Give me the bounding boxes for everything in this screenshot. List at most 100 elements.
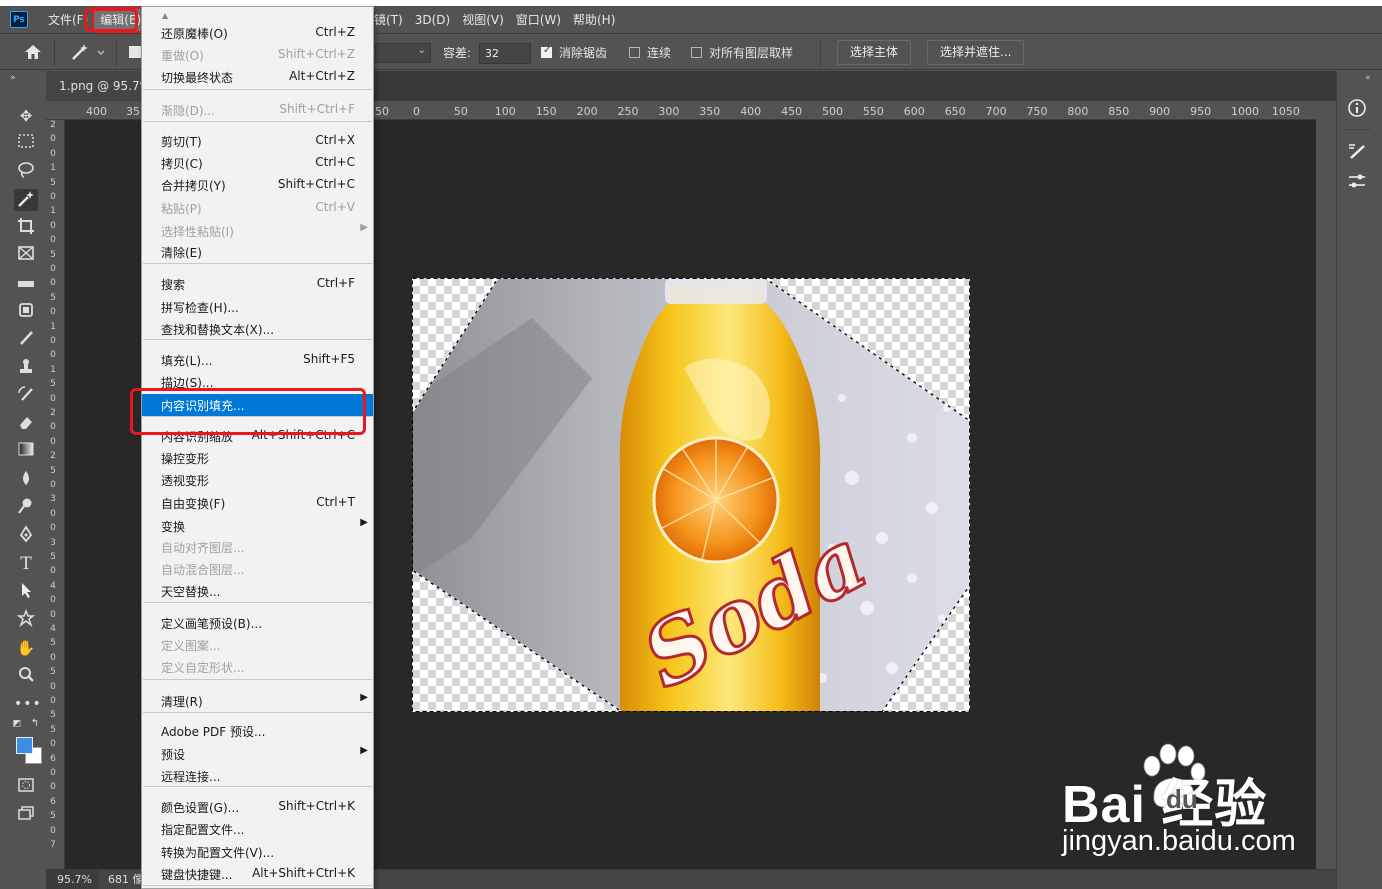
edit-menu-item[interactable]: 定义自定形状... [142, 656, 373, 678]
adjustments-icon[interactable] [1346, 171, 1368, 193]
edit-menu-item[interactable]: 转换为配置文件(V)... [142, 841, 373, 863]
move-tool-icon[interactable]: ✥ [14, 105, 38, 127]
edit-menu-highlight-box [84, 8, 138, 32]
edit-menu-item[interactable]: 搜索 Ctrl+F [142, 273, 373, 295]
magic-wand-tool-icon[interactable] [14, 189, 38, 211]
history-brush-icon[interactable] [14, 385, 38, 407]
menu-item-label: 还原魔棒(O) [161, 27, 228, 41]
edit-menu-item[interactable]: 变换 ▶ [142, 515, 373, 537]
edit-menu-item[interactable]: 远程连接... [142, 765, 373, 787]
dodge-tool-icon[interactable] [14, 497, 38, 519]
eraser-tool-icon[interactable] [14, 413, 38, 435]
healing-brush-icon[interactable] [14, 301, 38, 323]
gradient-tool-icon[interactable] [14, 441, 38, 463]
menu-item-label: 拷贝(C) [161, 157, 203, 171]
hand-tool-icon[interactable]: ✋ [14, 637, 38, 659]
menu-help[interactable]: 帮助(H) [567, 9, 621, 31]
edit-menu-item[interactable]: 清除(E) [142, 241, 373, 263]
edit-menu-item[interactable]: 颜色设置(G)... Shift+Ctrl+K [142, 796, 373, 818]
select-subject-button[interactable]: 选择主体 [837, 40, 912, 65]
edit-menu-item[interactable]: 填充(L)... Shift+F5 [142, 349, 373, 371]
default-colors-icon[interactable]: ◩ [10, 717, 24, 731]
blur-tool-icon[interactable] [14, 469, 38, 491]
tolerance-input[interactable]: 32 [479, 43, 531, 64]
document-info: 681 像 [108, 873, 144, 886]
select-and-mask-button[interactable]: 选择并遮住... [927, 40, 1025, 65]
edit-menu-item[interactable]: 拼写检查(H)... [142, 296, 373, 318]
sample-all-layers-label: 对所有图层取样 [709, 46, 794, 60]
edit-menu-item[interactable]: 指定配置文件... [142, 818, 373, 840]
sample-size-select[interactable]: ⌄ [375, 43, 431, 63]
ruler-tick-label: 1 [50, 364, 56, 375]
quick-mask-icon[interactable] [14, 777, 38, 799]
ruler-tick-label: 1 [50, 163, 56, 174]
edit-menu-item[interactable]: 操控变形 [142, 447, 373, 469]
ruler-tick-label: 5 [50, 638, 56, 649]
ruler-tick-label: 5 [50, 177, 56, 188]
zoom-level[interactable]: 95.7% [46, 870, 98, 889]
pen-tool-icon[interactable] [14, 525, 38, 547]
info-icon[interactable] [1346, 98, 1368, 120]
zoom-tool-icon[interactable] [14, 665, 38, 687]
contiguous-checkbox[interactable] [629, 47, 640, 58]
sample-all-layers-checkbox[interactable] [691, 47, 702, 58]
home-icon[interactable] [22, 42, 44, 62]
lasso-tool-icon[interactable] [14, 161, 38, 183]
menu-item-label: 定义自定形状... [161, 661, 245, 675]
ruler-tool-icon[interactable] [14, 273, 38, 295]
edit-menu-item[interactable]: 自由变换(F) Ctrl+T [142, 492, 373, 514]
type-tool-icon[interactable]: T [14, 553, 38, 575]
menu-window[interactable]: 窗口(W) [510, 9, 567, 31]
menu-3d[interactable]: 3D(D) [409, 9, 456, 31]
edit-menu-item[interactable]: Adobe PDF 预设... [142, 720, 373, 742]
frame-tool-icon[interactable] [14, 245, 38, 267]
screen-mode-icon[interactable] [14, 805, 38, 827]
edit-menu-item[interactable]: 拷贝(C) Ctrl+C [142, 152, 373, 174]
edit-menu-item[interactable]: 剪切(T) Ctrl+X [142, 130, 373, 152]
menu-separator [143, 121, 372, 122]
path-selection-icon[interactable] [14, 581, 38, 603]
edit-menu-item[interactable]: 自动混合图层... [142, 558, 373, 580]
edit-menu-item[interactable]: 合并拷贝(Y) Shift+Ctrl+C [142, 174, 373, 196]
edit-menu-item[interactable]: 粘贴(P) Ctrl+V [142, 197, 373, 219]
document-image[interactable]: Soda [412, 278, 970, 712]
edit-menu-item[interactable]: 预设 ▶ [142, 743, 373, 765]
collapse-right-icon[interactable]: « [1365, 73, 1371, 83]
custom-shape-icon[interactable] [14, 608, 38, 631]
edit-menu-item[interactable]: 透视变形 [142, 469, 373, 491]
edit-menu-item[interactable]: 自动对齐图层... [142, 536, 373, 558]
crop-tool-icon[interactable] [14, 217, 38, 239]
menu-item-label: 选择性粘贴(I) [161, 225, 234, 239]
edit-menu-item[interactable]: 键盘快捷键... Alt+Shift+Ctrl+K [142, 863, 373, 885]
marquee-tool-icon[interactable] [14, 133, 38, 155]
scroll-up-arrow-icon[interactable]: ▲ [162, 11, 168, 20]
edit-menu-item[interactable]: 还原魔棒(O) Ctrl+Z [142, 22, 373, 44]
collapse-panel-icon[interactable]: » [10, 73, 16, 83]
foreground-color-swatch[interactable] [16, 737, 33, 754]
ruler-tick-label: 5 [50, 724, 56, 735]
magic-wand-preset-icon[interactable] [70, 42, 105, 62]
edit-menu-item[interactable]: 天空替换... [142, 580, 373, 602]
document-tab[interactable]: 1.png @ 95.7% [46, 71, 142, 101]
menu-filter[interactable]: 镜(T) [374, 9, 409, 31]
edit-menu-item[interactable]: 定义画笔预设(B)... [142, 612, 373, 634]
edit-menu-item[interactable]: 重做(O) Shift+Ctrl+Z [142, 44, 373, 66]
menu-separator [143, 339, 372, 340]
edit-menu-item[interactable]: 切换最终状态 Alt+Ctrl+Z [142, 66, 373, 88]
antialias-checkbox[interactable] [541, 45, 552, 58]
edit-menu-item[interactable]: 查找和替换文本(X)... [142, 318, 373, 340]
edit-menu-item[interactable]: 渐隐(D)... Shift+Ctrl+F [142, 99, 373, 121]
new-selection-icon[interactable] [129, 46, 141, 58]
edit-menu-item[interactable]: 清理(R) ▶ [142, 690, 373, 712]
brush-settings-icon[interactable] [1346, 141, 1368, 163]
more-tools-icon[interactable]: ••• [14, 693, 41, 715]
ruler-tick-label: 0 [50, 782, 56, 793]
clone-stamp-icon[interactable] [14, 357, 38, 379]
tolerance-label: 容差: [443, 46, 472, 60]
brush-tool-icon[interactable] [14, 329, 38, 351]
edit-menu-item[interactable]: 定义图案... [142, 634, 373, 656]
menu-item-label: 切换最终状态 [161, 71, 234, 85]
menu-view[interactable]: 视图(V) [456, 9, 510, 31]
swap-colors-icon[interactable]: ↰ [28, 717, 42, 731]
edit-menu-item[interactable]: 选择性粘贴(I) ▶ [142, 220, 373, 242]
